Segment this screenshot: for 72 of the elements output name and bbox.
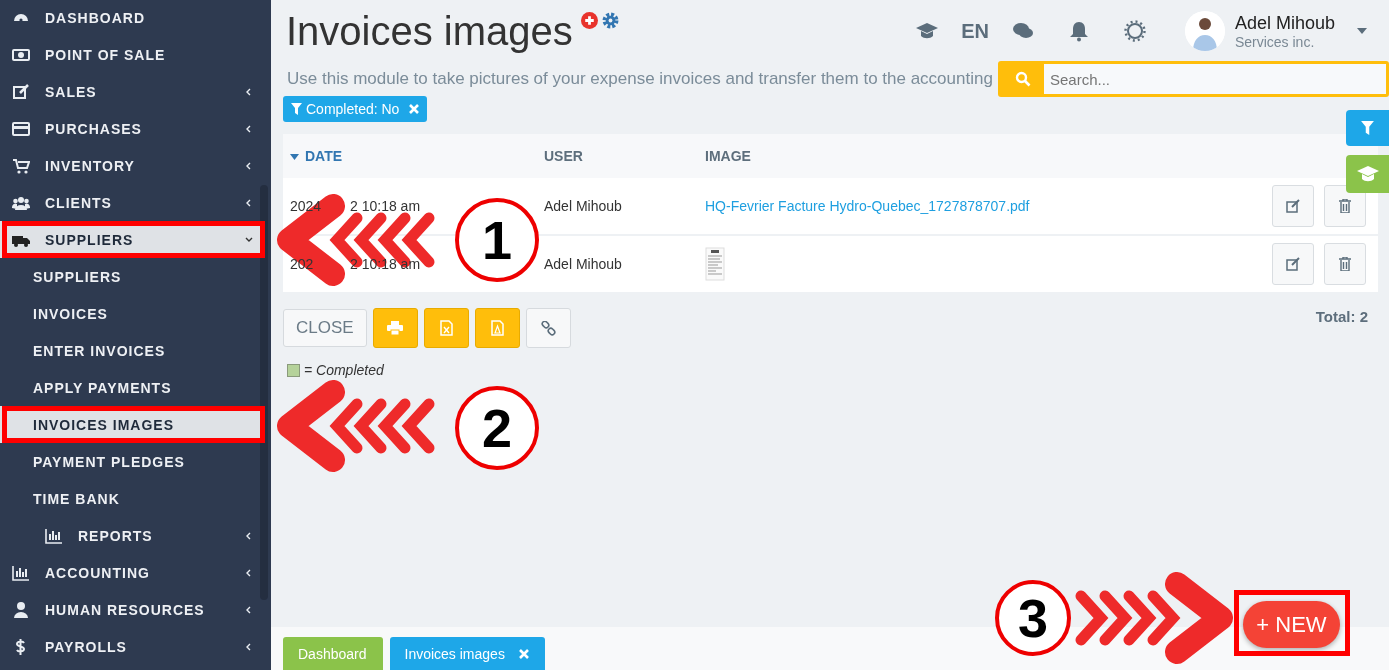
column-header[interactable]: DATE xyxy=(283,134,544,178)
chart-icon xyxy=(12,563,30,582)
sidebar-item[interactable]: HUMAN RESOURCES xyxy=(0,591,262,628)
caret-icon[interactable] xyxy=(1357,28,1367,34)
column-header[interactable]: IMAGE xyxy=(705,134,1206,178)
link-button[interactable] xyxy=(525,308,571,348)
sidebar-item[interactable]: INVOICES xyxy=(0,295,262,332)
step-number: 2 xyxy=(455,386,539,470)
help-button[interactable] xyxy=(1346,155,1389,193)
card-icon xyxy=(12,119,30,138)
pdf-file-icon xyxy=(490,320,504,336)
filter-icon xyxy=(1361,121,1374,135)
sidebar-item[interactable]: DASHBOARD xyxy=(0,0,262,36)
step-number: 3 xyxy=(995,580,1071,656)
brightness-icon[interactable] xyxy=(1123,20,1146,42)
user-name[interactable]: Adel Mihoub xyxy=(1234,12,1335,34)
filter-icon xyxy=(291,103,302,115)
close-icon[interactable] xyxy=(409,104,420,114)
sidebar-item[interactable]: ENTER INVOICES xyxy=(0,332,262,369)
total-count: Total: 2 xyxy=(1315,308,1368,325)
edit-icon xyxy=(12,82,30,101)
pdf-export-button[interactable] xyxy=(474,308,520,348)
language-selector[interactable]: EN xyxy=(961,19,989,43)
edit-icon xyxy=(1286,257,1301,271)
sidebar-item[interactable]: APPLY PAYMENTS xyxy=(0,369,262,406)
sidebar-item[interactable]: POINT OF SALE xyxy=(0,36,262,73)
print-button[interactable] xyxy=(372,308,418,348)
trash-icon xyxy=(1339,257,1351,271)
search-icon[interactable] xyxy=(1014,71,1031,87)
sidebar-item[interactable]: SALES xyxy=(0,73,262,110)
search-field[interactable]: Search... xyxy=(998,61,1389,97)
add-icon[interactable] xyxy=(580,12,598,29)
filter-label: Completed: No xyxy=(306,101,400,117)
filter-button[interactable] xyxy=(1346,110,1389,146)
table-cell: 2 10:18 am xyxy=(350,198,421,214)
print-icon xyxy=(387,321,404,335)
sidebar-item[interactable]: TIME BANK xyxy=(0,480,262,517)
column-header[interactable]: USER xyxy=(544,134,705,178)
invoice-thumbnail[interactable] xyxy=(705,247,725,281)
new-button[interactable]: + NEW xyxy=(1243,601,1340,648)
scrollbar[interactable] xyxy=(260,185,268,600)
edit-button[interactable] xyxy=(1272,243,1315,285)
delete-button[interactable] xyxy=(1324,243,1366,285)
excel-export-button[interactable] xyxy=(423,308,469,348)
table-cell: Adel Mihoub xyxy=(544,198,622,214)
sort-icon xyxy=(290,154,299,161)
page-title: Invoices images xyxy=(286,8,573,54)
sidebar-item[interactable]: CLIENTS xyxy=(0,184,262,221)
sidebar-item[interactable]: INVENTORY xyxy=(0,147,262,184)
sidebar-item[interactable]: PAYMENT PLEDGES xyxy=(0,443,262,480)
page-description: Use this module to take pictures of your expense invoices and transfer them to the accounting xyxy=(287,69,994,89)
table-cell: Adel Mihoub xyxy=(544,256,622,272)
delete-button[interactable] xyxy=(1324,185,1366,227)
sidebar-item[interactable]: REPORTS xyxy=(0,517,262,554)
trash-icon xyxy=(1339,199,1351,213)
edit-button[interactable] xyxy=(1272,185,1315,227)
sidebar-item[interactable]: PAYROLLS xyxy=(0,628,262,665)
sidebar-item[interactable]: SUPPLIERS xyxy=(0,258,262,295)
chart-icon xyxy=(45,526,63,545)
person-icon xyxy=(12,600,30,619)
close-icon[interactable] xyxy=(518,648,529,659)
spreadsheet-file-icon xyxy=(439,320,453,336)
graduation-cap-icon xyxy=(1355,164,1380,184)
settings-icon[interactable] xyxy=(601,12,619,29)
sidebar-item[interactable]: PURCHASES xyxy=(0,110,262,147)
cart-icon xyxy=(12,156,30,175)
company-name: Services inc. xyxy=(1234,33,1316,50)
close-button[interactable]: CLOSE xyxy=(283,309,367,347)
legend-label: = Completed xyxy=(304,362,384,378)
edit-icon xyxy=(1286,199,1301,213)
link-icon xyxy=(540,320,556,336)
sidebar-item[interactable]: ACCOUNTING xyxy=(0,554,262,591)
